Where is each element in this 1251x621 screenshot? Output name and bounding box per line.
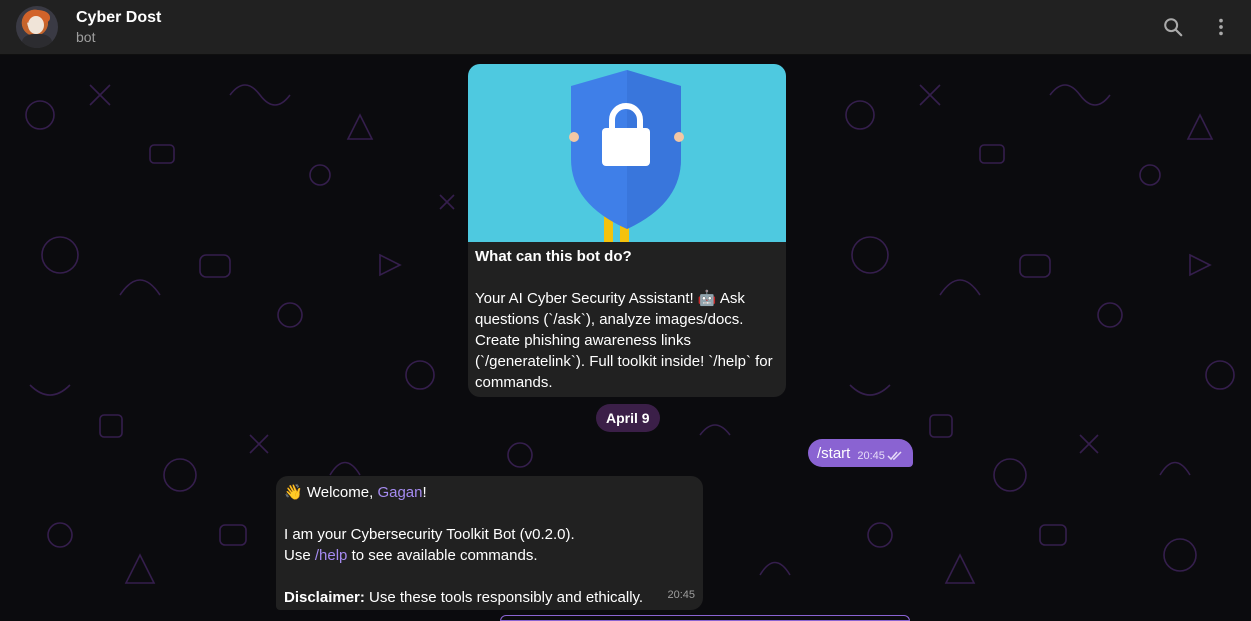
chat-header: Cyber Dost bot <box>0 0 1251 55</box>
help-suffix: to see available commands. <box>351 547 538 564</box>
disclaimer-text: Use these tools responsibly and ethicall… <box>369 589 644 606</box>
more-vertical-icon <box>1219 18 1223 36</box>
intro-image <box>468 64 786 242</box>
avatar-face <box>28 16 44 34</box>
bot-intro-card: What can this bot do? Your AI Cyber Secu… <box>468 64 786 397</box>
welcome-line: 👋 Welcome, Gagan! <box>284 482 695 503</box>
avatar-body <box>22 34 52 48</box>
shield-lock-icon <box>569 70 684 242</box>
user-mention[interactable]: Gagan <box>377 484 422 501</box>
intro-text: What can this bot do? Your AI Cyber Secu… <box>468 242 786 393</box>
double-check-icon <box>887 450 902 460</box>
disclaimer-line: Disclaimer: Use these tools responsibly … <box>284 587 695 608</box>
next-message-edge <box>500 615 910 621</box>
disclaimer-label: Disclaimer: <box>284 589 365 606</box>
search-button[interactable] <box>1159 13 1187 41</box>
date-separator: April 9 <box>596 404 660 432</box>
help-command-link[interactable]: /help <box>315 547 348 564</box>
welcome-exclaim: ! <box>422 484 427 501</box>
welcome-message[interactable]: 👋 Welcome, Gagan! I am your Cybersecurit… <box>276 476 703 610</box>
welcome-message-time: 20:45 <box>667 589 695 601</box>
chat-info[interactable]: Cyber Dost bot <box>76 8 161 46</box>
bot-version-line: I am your Cybersecurity Toolkit Bot (v0.… <box>284 526 575 543</box>
chat-title: Cyber Dost <box>76 9 162 26</box>
help-prefix: Use <box>284 547 311 564</box>
intro-description: Your AI Cyber Security Assistant! 🤖 Ask … <box>475 290 773 391</box>
avatar[interactable] <box>16 6 58 48</box>
outgoing-message-text: /start <box>817 444 851 462</box>
help-line: Use /help to see available commands. <box>284 545 695 566</box>
wave-emoji: 👋 <box>284 484 303 501</box>
outgoing-message-time: 20:45 <box>857 450 885 462</box>
intro-heading: What can this bot do? <box>475 248 632 265</box>
chat-subtitle: bot <box>76 29 96 45</box>
search-icon <box>1164 18 1183 37</box>
outgoing-message[interactable]: /start 20:45 <box>808 439 913 467</box>
more-menu-button[interactable] <box>1207 13 1235 41</box>
welcome-greeting: Welcome, <box>306 484 374 501</box>
